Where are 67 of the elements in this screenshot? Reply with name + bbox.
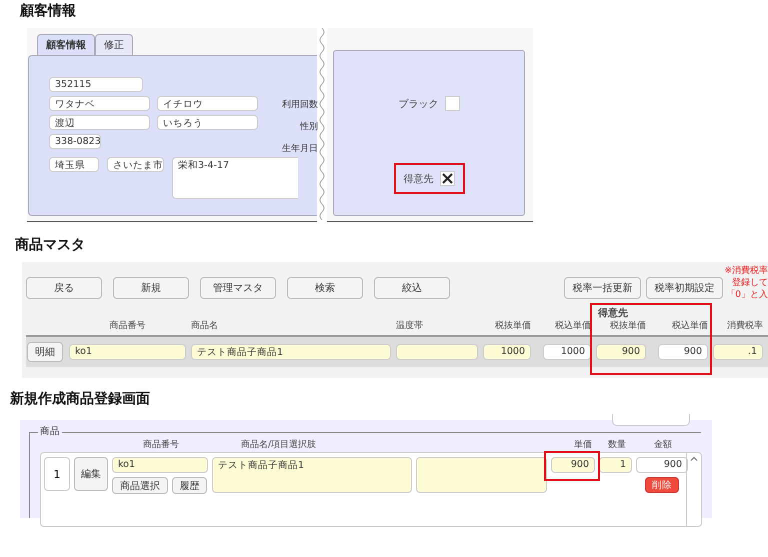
field-label: 利用回数	[282, 98, 318, 111]
checkbox[interactable]	[440, 171, 454, 186]
toolbar-button[interactable]: 管理マスタ	[200, 277, 276, 299]
fieldset-legend: 商品	[38, 425, 62, 438]
tab[interactable]: 顧客情報	[37, 34, 95, 55]
amount-field[interactable]: 900	[636, 457, 688, 473]
table-cell[interactable]: .1	[713, 344, 763, 360]
checkbox-label: ブラック	[398, 98, 438, 110]
column-header: 商品名/項目選択肢	[241, 438, 318, 451]
table-cell[interactable]: 1000	[483, 344, 531, 360]
history-button[interactable]: 履歴	[172, 477, 207, 494]
quantity-field[interactable]: 1	[599, 457, 632, 473]
table-cell[interactable]: 1000	[543, 344, 591, 360]
tab[interactable]: 修正	[95, 34, 133, 55]
text-area[interactable]: 栄和3-4-17	[172, 157, 298, 199]
column-header: 単価	[573, 438, 592, 451]
row-number: 1	[44, 457, 70, 491]
section-heading: 顧客情報	[18, 2, 77, 21]
x-mark-icon	[442, 173, 452, 184]
group-header: 得意先	[598, 306, 628, 320]
text-area[interactable]	[416, 457, 547, 493]
column-header: 消費税率	[726, 320, 763, 332]
toolbar-button[interactable]: 税率一括更新	[564, 277, 641, 299]
input-field[interactable]: ko1	[112, 457, 208, 473]
text-area[interactable]: テスト商品子商品1	[212, 457, 412, 493]
select-button[interactable]: 商品選択	[112, 477, 168, 494]
field-label: 性別	[300, 120, 318, 133]
column-header: 数量	[607, 438, 626, 451]
column-header: 税抜単価	[494, 320, 531, 332]
field-label: 生年月日	[282, 142, 318, 155]
toolbar-button[interactable]: 戻る	[26, 277, 102, 299]
toolbar-button[interactable]: 新規	[113, 277, 189, 299]
toolbar-button[interactable]: 検索	[287, 277, 363, 299]
edit-button[interactable]: 編集	[74, 457, 108, 491]
table-cell[interactable]	[396, 344, 478, 360]
table-cell[interactable]: テスト商品子商品1	[191, 344, 391, 360]
note-text: 登録して	[732, 277, 768, 289]
section-heading: 商品マスタ	[14, 236, 86, 255]
input-field[interactable]: さいたま市	[107, 157, 164, 172]
input-field[interactable]: 渡辺	[49, 115, 150, 130]
toolbar-button[interactable]: 税率初期設定	[646, 277, 723, 299]
input-field[interactable]: 338-0823	[49, 134, 101, 149]
table-cell[interactable]: 900	[596, 344, 646, 360]
section-heading: 新規作成商品登録画面	[9, 390, 151, 409]
table-cell[interactable]: ko1	[69, 344, 186, 360]
note-text: ※消費税率	[724, 265, 768, 277]
price-field[interactable]: 900	[551, 457, 595, 473]
column-header: 商品番号	[108, 320, 146, 332]
note-text: 「0」と入	[726, 289, 768, 301]
input-field[interactable]: 埼玉県	[49, 157, 99, 172]
toolbar-button[interactable]: 絞込	[374, 277, 450, 299]
checkbox[interactable]	[444, 96, 460, 111]
column-header: 温度帯	[396, 320, 424, 332]
column-header: 金額	[653, 438, 672, 451]
input-field[interactable]: いちろう	[157, 115, 258, 130]
column-header: 商品名	[191, 320, 219, 332]
table-cell[interactable]: 900	[658, 344, 708, 360]
detail-button[interactable]: 明細	[27, 342, 63, 362]
column-header: 税込単価	[554, 320, 591, 332]
column-header: 税込単価	[671, 320, 708, 332]
input-field[interactable]: イチロウ	[157, 96, 258, 111]
input-field[interactable]: ワタナベ	[49, 96, 150, 111]
input-field[interactable]: 352115	[49, 77, 143, 92]
checkbox-label: 得意先	[404, 172, 434, 186]
column-header: 税抜単価	[609, 320, 646, 332]
column-header: 商品番号	[143, 438, 180, 451]
delete-button[interactable]: 削除	[645, 477, 679, 493]
